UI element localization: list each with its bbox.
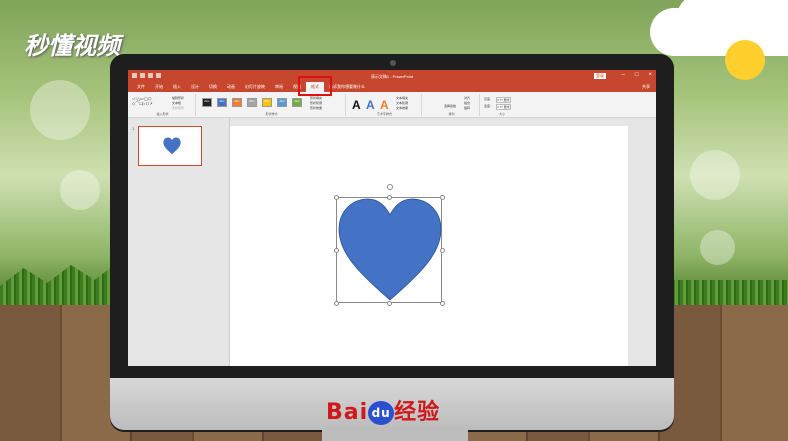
wordart-style-orange[interactable]: A (380, 98, 389, 112)
bokeh-light (60, 170, 100, 210)
brand-text: Bai (326, 400, 369, 425)
height-label: 高度: (484, 97, 491, 101)
text-fill-button[interactable]: 文本填充 (396, 96, 408, 100)
baidu-jingyan-logo: Bai du 经验 (326, 394, 440, 426)
shape-style-swatch[interactable]: Abc (217, 98, 227, 107)
wordart-style-blue[interactable]: A (366, 98, 375, 112)
bokeh-light (690, 150, 740, 200)
width-label: 宽度: (484, 104, 491, 108)
shape-gallery[interactable]: ○□△▭◯⬠ ◇⌒☐▷⬡↗ (132, 96, 153, 107)
group-label: 形状样式 (265, 112, 278, 116)
selection-pane-button[interactable]: 选择窗格 (444, 104, 456, 108)
share-button[interactable]: 共享 (642, 82, 650, 92)
sun (725, 40, 765, 80)
shape-style-swatch[interactable]: Abc (247, 98, 257, 107)
group-button[interactable]: 组合 (464, 101, 470, 105)
tab-5[interactable]: 动画 (222, 82, 240, 92)
group-size: 高度: 3.77 厘米 宽度: 3.77 厘米 大小 (482, 94, 522, 116)
close-icon[interactable]: × (648, 72, 652, 78)
ribbon: ○□△▭◯⬠ ◇⌒☐▷⬡↗ 编辑形状 文本框 合并形状 插入形状 Abc Abc Ab… (128, 92, 656, 118)
window-controls: – □ × (622, 72, 652, 78)
group-shape-styles: Abc Abc Abc Abc Abc Abc Abc 形状填充 形状轮廓 形状效果 形状样… (198, 94, 346, 116)
tab-1[interactable]: 开始 (150, 82, 168, 92)
monitor-stand (322, 430, 468, 441)
edit-shape-button[interactable]: 编辑形状 (172, 96, 184, 100)
tab-0[interactable]: 文件 (132, 82, 150, 92)
ribbon-tabs: 文件 开始 插入 设计 切换 动画 幻灯片放映 审阅 视图 格式 告诉我你想要做什么 共享 (128, 82, 656, 92)
tab-4[interactable]: 切换 (204, 82, 222, 92)
align-button[interactable]: 对齐 (464, 96, 470, 100)
brand-suffix: 经验 (394, 400, 441, 425)
slide-editing-area (230, 118, 656, 366)
paw-icon: du (368, 401, 395, 425)
group-label: 插入形状 (156, 112, 169, 116)
tab-6[interactable]: 幻灯片放映 (240, 82, 270, 92)
cloud (650, 8, 788, 56)
group-arrange: 选择窗格 对齐 组合 旋转 排列 (424, 94, 480, 116)
minimize-icon[interactable]: – (622, 72, 625, 78)
bokeh-light (30, 80, 90, 140)
group-insert-shapes: ○□△▭◯⬠ ◇⌒☐▷⬡↗ 编辑形状 文本框 合并形状 插入形状 (130, 94, 196, 116)
group-label: 排列 (448, 112, 455, 116)
group-wordart: A A A 文本填充 文本轮廓 文本效果 艺术字样式 (348, 94, 422, 116)
text-box-button[interactable]: 文本框 (172, 101, 181, 105)
slide-thumbnail[interactable] (138, 126, 202, 166)
group-label: 艺术字样式 (376, 112, 392, 116)
maximize-icon[interactable]: □ (635, 72, 639, 78)
slide-canvas[interactable] (230, 126, 628, 366)
title-bar: 演示文稿1 - PowerPoint 登录 – □ × (128, 70, 656, 82)
rotate-button[interactable]: 旋转 (464, 106, 470, 110)
shape-fill-button[interactable]: 形状填充 (310, 96, 322, 100)
shape-outline-button[interactable]: 形状轮廓 (310, 101, 322, 105)
width-input[interactable]: 3.77 厘米 (496, 104, 511, 110)
window-title: 演示文稿1 - PowerPoint (370, 74, 414, 79)
wordart-style-black[interactable]: A (352, 98, 361, 112)
text-effects-button[interactable]: 文本效果 (396, 106, 408, 110)
group-label: 大小 (498, 112, 505, 116)
tab-2[interactable]: 插入 (168, 82, 186, 92)
shape-style-swatch[interactable]: Abc (292, 98, 302, 107)
heart-shape[interactable] (338, 198, 442, 302)
shape-style-swatch[interactable]: Abc (262, 98, 272, 107)
video-watermark: 秒懂视频 (24, 33, 120, 60)
heart-icon (163, 137, 181, 155)
powerpoint-window: 演示文稿1 - PowerPoint 登录 – □ × 文件 开始 插入 设计 切换 动画… (128, 70, 656, 366)
shape-style-swatch[interactable]: Abc (277, 98, 287, 107)
height-input[interactable]: 3.77 厘米 (496, 97, 511, 103)
slide-thumbnail-pane: 1 (128, 118, 230, 366)
shape-effects-button[interactable]: 形状效果 (310, 106, 322, 110)
shape-style-swatch[interactable]: Abc (232, 98, 242, 107)
rotate-handle-icon[interactable] (387, 184, 393, 190)
merge-shapes-button[interactable]: 合并形状 (172, 106, 184, 110)
tab-3[interactable]: 设计 (186, 82, 204, 92)
format-tab-highlight (298, 76, 332, 96)
tab-7[interactable]: 审阅 (270, 82, 288, 92)
monitor-camera (390, 60, 396, 66)
bokeh-light (700, 230, 735, 265)
login-button[interactable]: 登录 (594, 73, 606, 79)
slide-number: 1 (132, 126, 135, 131)
shape-style-swatch[interactable]: Abc (202, 98, 212, 107)
text-outline-button[interactable]: 文本轮廓 (396, 101, 408, 105)
